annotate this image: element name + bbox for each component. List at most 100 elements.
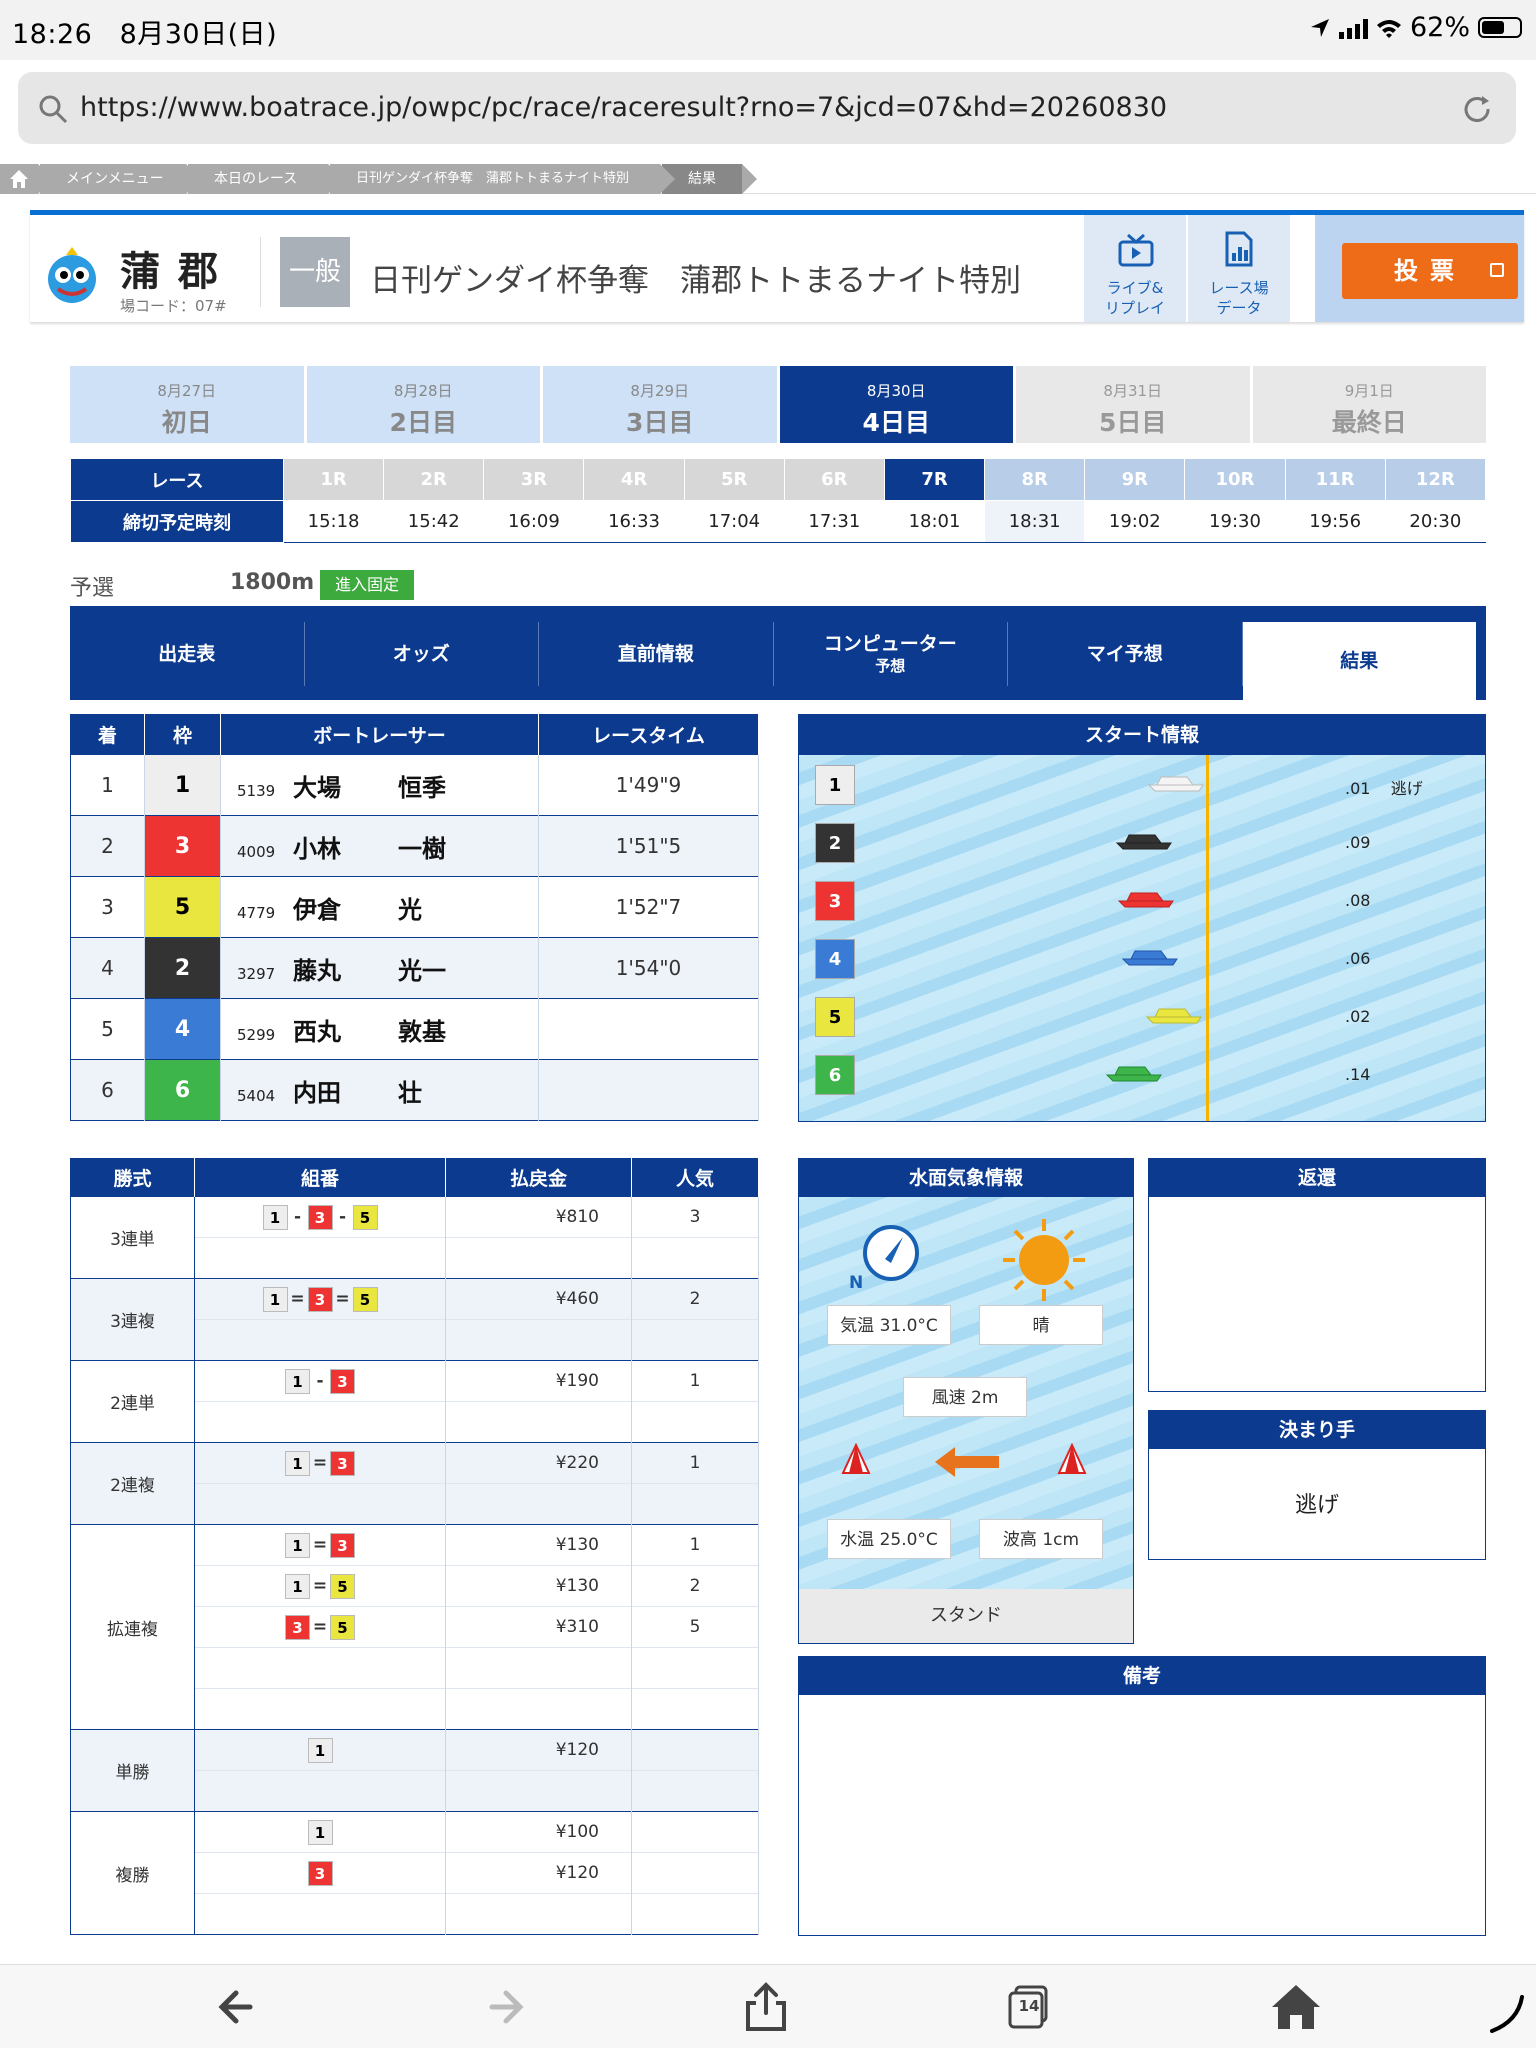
- forward-icon[interactable]: [474, 1977, 534, 2037]
- frame-badge: 1: [144, 754, 221, 816]
- start-info-panel: スタート情報 1 .01 逃げ 2 .09 3 .08 4 .06 5 .02 …: [798, 714, 1486, 1122]
- tab-before-info[interactable]: 直前情報: [539, 622, 774, 686]
- breadcrumb-home[interactable]: [0, 164, 53, 194]
- table-row: 3 5 4779 伊倉光 1'52"7: [70, 876, 759, 938]
- racer-name[interactable]: 5139 大場 恒季: [220, 754, 539, 816]
- racer-name[interactable]: 4009 小林 一樹: [220, 815, 539, 877]
- day-tab-3[interactable]: 8月29日 3日目: [543, 366, 777, 443]
- day-tab-2[interactable]: 8月28日 2日目: [306, 366, 540, 443]
- race-tab-11[interactable]: 11R: [1284, 458, 1386, 501]
- col-racer: ボートレーサー: [220, 714, 539, 755]
- signal-icon: [1338, 17, 1368, 39]
- boat-icon: [1121, 950, 1178, 966]
- racer-name[interactable]: 4779 伊倉光: [220, 876, 539, 938]
- wind-direction-icon: [863, 1225, 919, 1281]
- table-row: 4 2 3297 藤丸 光一 1'54"0: [70, 937, 759, 999]
- address-bar[interactable]: https://www.boatrace.jp/owpc/pc/race/rac…: [18, 72, 1516, 144]
- frame-badge: 2: [144, 937, 221, 999]
- wave-height: 波高 1cm: [979, 1519, 1103, 1559]
- share-icon[interactable]: [736, 1977, 796, 2037]
- deadline-time: 18:31: [984, 500, 1086, 543]
- deadline-time: 18:01: [883, 500, 986, 543]
- race-time: 1'51"5: [538, 815, 759, 877]
- race-tab-5[interactable]: 5R: [683, 458, 785, 501]
- race-tab-2[interactable]: 2R: [383, 458, 485, 501]
- location-icon: [1310, 18, 1329, 37]
- stadium-data-button[interactable]: レース場 データ: [1188, 215, 1290, 322]
- live-replay-button[interactable]: ライブ& リプレイ: [1084, 215, 1186, 322]
- back-icon[interactable]: [208, 1977, 268, 2037]
- buoy-left-icon: [841, 1443, 871, 1474]
- race-time: 1'52"7: [538, 876, 759, 938]
- racer-name[interactable]: 5404 内田壮: [220, 1059, 539, 1121]
- day-tab-6: 9月1日 最終日: [1252, 366, 1486, 443]
- tab-result[interactable]: 結果: [1242, 622, 1476, 700]
- breadcrumb-main-menu[interactable]: メインメニュー: [40, 164, 201, 194]
- race-schedule-table: レース 1R 2R 3R 4R 5R 6R 7R 8R 9R 10R 11R 1…: [70, 458, 1487, 543]
- winning-move-title: 決まり手: [1149, 1411, 1485, 1449]
- table-row: 5 4 5299 西丸 敦基: [70, 998, 759, 1060]
- race-tab-4[interactable]: 4R: [583, 458, 685, 501]
- url-text[interactable]: https://www.boatrace.jp/owpc/pc/race/rac…: [80, 92, 1167, 123]
- race-tab-8[interactable]: 8R: [984, 458, 1086, 501]
- combo: 1 = 5: [194, 1565, 446, 1607]
- race-tab-3[interactable]: 3R: [483, 458, 585, 501]
- breadcrumb-race[interactable]: 日刊ゲンダイ杯争奪 蒲郡トトまるナイト特別: [330, 164, 675, 194]
- table-row: 2連単 1-3 ¥190 1: [70, 1360, 759, 1443]
- frame-badge: 3: [144, 815, 221, 877]
- race-tab-6[interactable]: 6R: [783, 458, 885, 501]
- status-icons: 62%: [1309, 12, 1522, 43]
- deadline-time: 19:02: [1084, 500, 1186, 543]
- refund-panel: 返還: [1148, 1158, 1486, 1392]
- tab-my-prediction[interactable]: マイ予想: [1008, 622, 1243, 686]
- race-tab-10[interactable]: 10R: [1184, 458, 1286, 501]
- table-row: 6 6 5404 内田壮: [70, 1059, 759, 1121]
- battery-icon: [1478, 17, 1522, 38]
- start-info-title: スタート情報: [799, 715, 1485, 755]
- breadcrumb-today[interactable]: 本日のレース: [188, 164, 343, 194]
- race-tab-7[interactable]: 7R: [883, 458, 986, 501]
- race-meta: 予選 1800m 進入固定: [70, 570, 414, 602]
- home-icon: [10, 170, 28, 188]
- race-time: [538, 1059, 759, 1121]
- boat-icon: [1147, 776, 1204, 792]
- weather-panel: 水面気象情報 N 気温 31.0°C 晴 風速 2m 水温 25.0°C 波高 …: [798, 1158, 1134, 1644]
- start-row: 5 .02: [815, 997, 1465, 1037]
- vote-button[interactable]: 投票: [1342, 243, 1518, 299]
- chart-icon: [1225, 231, 1253, 267]
- tab-computer-prediction[interactable]: コンピューター 予想: [774, 622, 1008, 686]
- tab-odds[interactable]: オッズ: [305, 622, 539, 686]
- grade-badge: 一般: [280, 237, 350, 307]
- race-tab-1[interactable]: 1R: [282, 458, 385, 501]
- wind-arrow-icon: [935, 1447, 999, 1477]
- table-row: 単勝 1 ¥120: [70, 1729, 759, 1812]
- day-tabs: 8月27日 初日 8月28日 2日目 8月29日 3日目 8月30日 4日目 8月31日…: [70, 366, 1486, 443]
- winning-move-value: 逃げ: [1294, 1493, 1339, 1518]
- combo: 1-3-5: [194, 1196, 446, 1238]
- col-popularity: 人気: [631, 1158, 759, 1197]
- day-tab-4[interactable]: 8月30日 4日目: [779, 366, 1013, 443]
- day-tab-1[interactable]: 8月27日 初日: [70, 366, 304, 443]
- tabs-count: 14: [1018, 1997, 1040, 2015]
- reload-icon[interactable]: [1460, 92, 1494, 126]
- deadline-header-label: 締切予定時刻: [70, 500, 284, 543]
- day-tab-5: 8月31日 5日目: [1016, 366, 1250, 443]
- tab-entry-list[interactable]: 出走表: [70, 622, 305, 686]
- combo: 1: [194, 1729, 446, 1771]
- buoy-right-icon: [1057, 1443, 1087, 1474]
- col-frame: 枠: [144, 714, 221, 755]
- payout-table: 勝式 組番 払戻金 人気 3連単 1-3-5 ¥810 3 3連複 1 = 3 = 5 …: [70, 1158, 759, 1935]
- racer-name[interactable]: 3297 藤丸 光一: [220, 937, 539, 999]
- deadline-time: 15:18: [282, 500, 385, 543]
- home-icon[interactable]: [1266, 1977, 1326, 2037]
- frame-badge: 6: [144, 1059, 221, 1121]
- race-tab-9[interactable]: 9R: [1084, 458, 1186, 501]
- stadium-name: 蒲郡: [120, 249, 236, 295]
- col-bet-type: 勝式: [70, 1158, 195, 1197]
- racer-name[interactable]: 5299 西丸 敦基: [220, 998, 539, 1060]
- tabs-button[interactable]: 14: [1000, 1977, 1060, 2037]
- race-tab-12[interactable]: 12R: [1384, 458, 1487, 501]
- col-payout: 払戻金: [445, 1158, 632, 1197]
- race-tabs: 出走表 オッズ 直前情報 コンピューター 予想 マイ予想 結果: [70, 606, 1486, 700]
- status-time: 18:26 8月30日(日): [12, 19, 278, 50]
